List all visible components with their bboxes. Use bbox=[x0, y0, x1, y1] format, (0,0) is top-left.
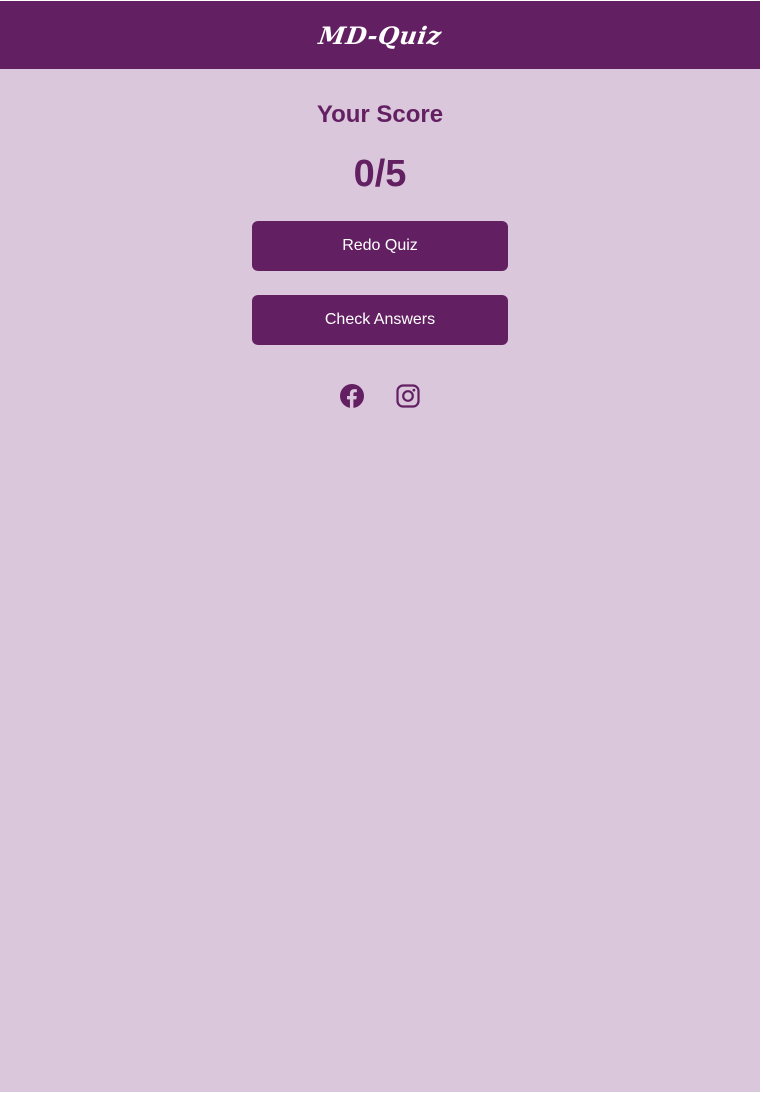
instagram-link[interactable] bbox=[396, 384, 420, 408]
score-heading: Your Score bbox=[316, 101, 444, 128]
facebook-icon bbox=[340, 384, 364, 408]
page: MD-Quiz Your Score 0/5 Redo Quiz Check A… bbox=[0, 1, 760, 1092]
score-value: 0/5 bbox=[353, 153, 407, 195]
site-logo[interactable]: MD-Quiz bbox=[317, 21, 443, 50]
check-answers-button[interactable]: Check Answers bbox=[252, 295, 508, 345]
redo-quiz-button[interactable]: Redo Quiz bbox=[252, 221, 508, 271]
header-bar: MD-Quiz bbox=[0, 1, 760, 69]
social-links bbox=[340, 384, 420, 408]
facebook-link[interactable] bbox=[340, 384, 364, 408]
instagram-icon bbox=[396, 384, 420, 408]
score-panel: Your Score 0/5 Redo Quiz Check Answers bbox=[0, 69, 760, 408]
